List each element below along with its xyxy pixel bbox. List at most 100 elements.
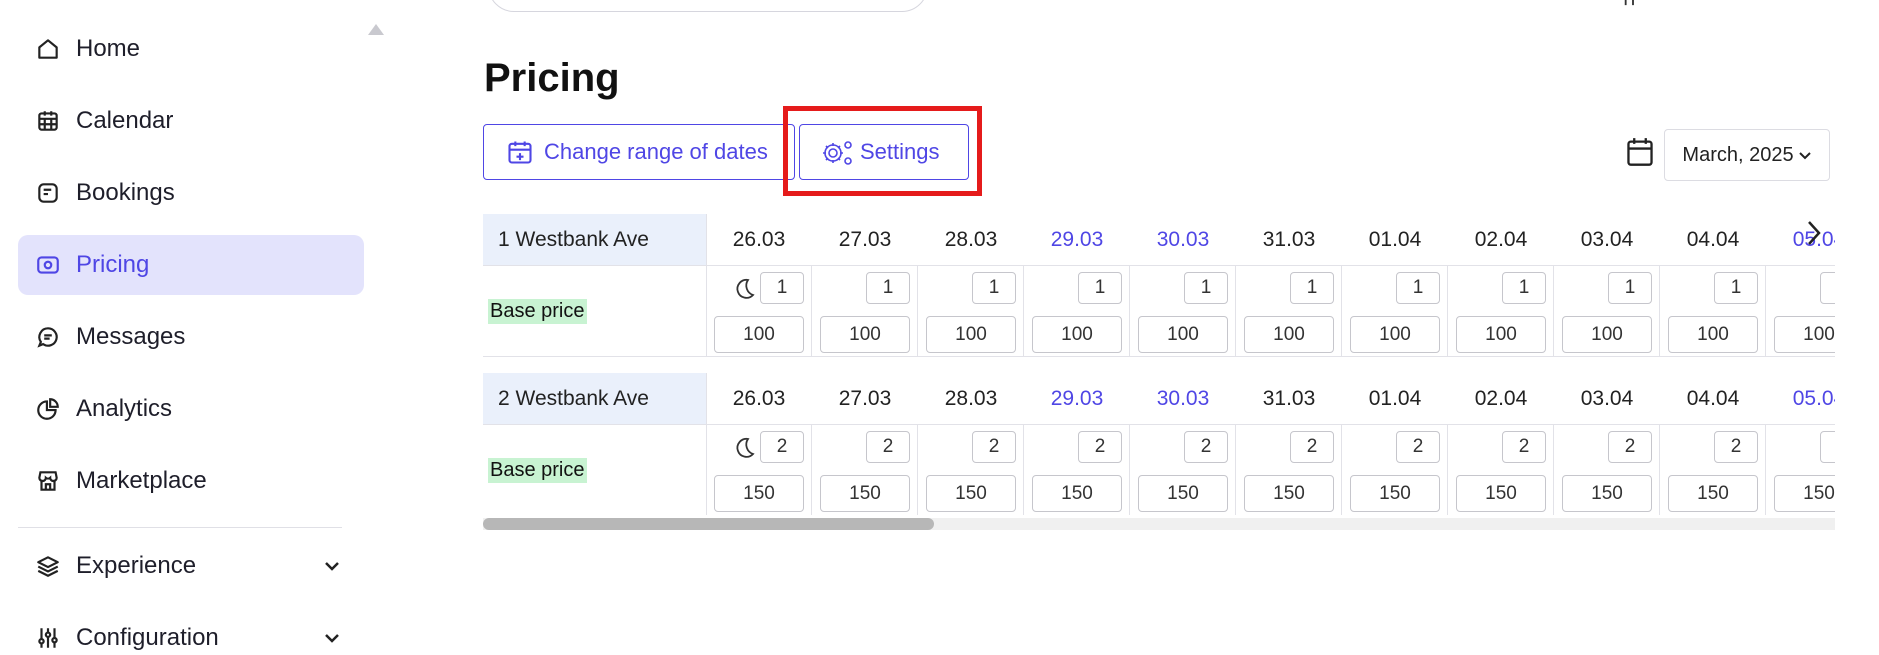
min-stay-input[interactable]: 2 — [1714, 431, 1758, 463]
user-icon[interactable] — [1622, 0, 1644, 6]
sidebar-item-pricing[interactable]: Pricing — [18, 235, 364, 295]
calendar-icon[interactable] — [1626, 137, 1654, 167]
day-column: 26.03 1 100 — [706, 214, 812, 356]
sidebar-item-messages[interactable]: Messages — [18, 307, 364, 367]
price-input[interactable]: 100 — [926, 316, 1016, 353]
sidebar-scroll-up-arrow[interactable] — [368, 24, 384, 35]
sidebar-item-home[interactable]: Home — [18, 19, 364, 79]
settings-label: Settings — [860, 139, 940, 164]
day-column: 29.03 2 150 — [1024, 373, 1130, 515]
chevron-down-icon[interactable] — [320, 554, 344, 578]
base-price-label: Base price — [488, 298, 587, 324]
day-column: 30.03 2 150 — [1130, 373, 1236, 515]
min-stay-input[interactable]: 2 — [1502, 431, 1546, 463]
sidebar-item-experience[interactable]: Experience — [18, 536, 364, 596]
day-column: 28.03 2 150 — [918, 373, 1024, 515]
min-stay-input[interactable]: 1 — [1608, 272, 1652, 304]
price-input[interactable]: 150 — [1244, 475, 1334, 512]
change-range-of-dates-button[interactable]: Change range of dates — [483, 124, 795, 180]
date-header: 31.03 — [1262, 386, 1316, 410]
min-stay-input[interactable]: 2 — [1184, 431, 1228, 463]
layers-icon — [34, 552, 62, 580]
price-input[interactable]: 150 — [926, 475, 1016, 512]
price-input[interactable]: 100 — [1668, 316, 1758, 353]
min-stay-input[interactable]: 1 — [1714, 272, 1758, 304]
price-input[interactable]: 150 — [820, 475, 910, 512]
price-input[interactable]: 150 — [1032, 475, 1122, 512]
min-stay-input[interactable]: 1 — [866, 272, 910, 304]
day-column: 03.04 1 100 — [1554, 214, 1660, 356]
day-column: 31.03 1 100 — [1236, 214, 1342, 356]
month-select[interactable]: March, 2025 — [1664, 129, 1830, 181]
calendar-plus-icon — [508, 141, 532, 164]
price-input[interactable]: 150 — [1456, 475, 1546, 512]
date-header: 28.03 — [944, 386, 998, 410]
price-input[interactable]: 100 — [1562, 316, 1652, 353]
price-input[interactable]: 100 — [1244, 316, 1334, 353]
price-input[interactable]: 150 — [1350, 475, 1440, 512]
calendar-icon — [34, 107, 62, 135]
price-input[interactable]: 150 — [1774, 475, 1835, 512]
min-stay-input[interactable]: 1 — [1184, 272, 1228, 304]
min-stay-input[interactable]: 2 — [866, 431, 910, 463]
min-stay-input[interactable]: 1 — [760, 272, 804, 304]
min-stay-input[interactable]: 2 — [1608, 431, 1652, 463]
min-stay-input[interactable]: 2 — [1078, 431, 1122, 463]
price-input[interactable]: 150 — [1562, 475, 1652, 512]
price-input[interactable]: 150 — [1138, 475, 1228, 512]
sidebar-divider — [18, 527, 342, 528]
day-column: 31.03 2 150 — [1236, 373, 1342, 515]
min-stay-input[interactable]: 2 — [972, 431, 1016, 463]
chevron-down-icon — [1798, 152, 1811, 160]
sidebar-item-label: Bookings — [76, 179, 175, 206]
min-stay-input[interactable]: 2 — [1396, 431, 1440, 463]
min-stay-input[interactable]: 2 — [760, 431, 804, 463]
price-input[interactable]: 100 — [820, 316, 910, 353]
price-input[interactable]: 100 — [1350, 316, 1440, 353]
analytics-icon — [34, 395, 62, 423]
month-value: March, 2025 — [1682, 143, 1794, 166]
base-price-cell: Base price — [483, 266, 706, 356]
min-stay-input[interactable]: 2 — [1820, 431, 1835, 463]
sidebar-item-analytics[interactable]: Analytics — [18, 379, 364, 439]
sidebar-item-configuration[interactable]: Configuration — [18, 608, 364, 655]
min-stay-input[interactable]: 1 — [1502, 272, 1546, 304]
chevron-down-icon[interactable] — [320, 626, 344, 650]
day-column: 27.03 2 150 — [812, 373, 918, 515]
min-stay-input[interactable]: 1 — [1396, 272, 1440, 304]
price-input[interactable]: 100 — [714, 316, 804, 353]
sidebar-item-label: Experience — [76, 552, 197, 579]
page-title: Pricing — [484, 56, 620, 100]
search-input[interactable] — [488, 0, 928, 12]
price-input[interactable]: 100 — [1032, 316, 1122, 353]
min-stay-input[interactable]: 1 — [1820, 272, 1835, 304]
date-header: 31.03 — [1262, 227, 1316, 251]
sidebar-item-marketplace[interactable]: Marketplace — [18, 451, 364, 511]
date-header: 26.03 — [732, 386, 786, 410]
price-input[interactable]: 100 — [1774, 316, 1835, 353]
property-name: 2 Westbank Ave — [483, 373, 706, 424]
day-column: 30.03 1 100 — [1130, 214, 1236, 356]
date-header: 04.04 — [1686, 227, 1740, 251]
min-stay-input[interactable]: 1 — [1290, 272, 1334, 304]
price-input[interactable]: 100 — [1138, 316, 1228, 353]
min-stay-input[interactable]: 1 — [972, 272, 1016, 304]
price-input[interactable]: 100 — [1456, 316, 1546, 353]
price-input[interactable]: 150 — [1668, 475, 1758, 512]
scrollbar-thumb[interactable] — [483, 518, 934, 530]
day-column: 03.04 2 150 — [1554, 373, 1660, 515]
price-input[interactable]: 150 — [714, 475, 804, 512]
date-header: 01.04 — [1368, 227, 1422, 251]
home-icon — [34, 35, 62, 63]
settings-button[interactable]: Settings — [799, 124, 969, 180]
min-stay-input[interactable]: 1 — [1078, 272, 1122, 304]
day-column: 04.04 2 150 — [1660, 373, 1766, 515]
date-header: 02.04 — [1474, 227, 1528, 251]
min-stay-input[interactable]: 2 — [1290, 431, 1334, 463]
date-header: 27.03 — [838, 386, 892, 410]
sidebar-item-label: Marketplace — [76, 467, 207, 494]
chevron-right-icon[interactable] — [1800, 216, 1828, 250]
sidebar-item-calendar[interactable]: Calendar — [18, 91, 364, 151]
property-name: 1 Westbank Ave — [483, 214, 706, 265]
sidebar-item-bookings[interactable]: Bookings — [18, 163, 364, 223]
